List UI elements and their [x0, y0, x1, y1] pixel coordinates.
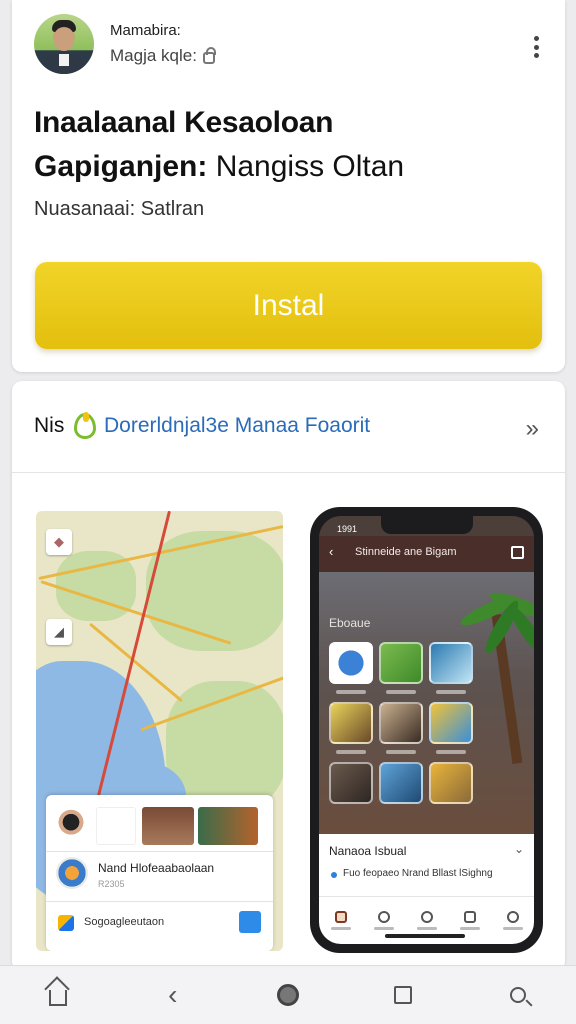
map-locate-icon[interactable]: ◢	[46, 619, 72, 645]
photo-tile[interactable]	[429, 702, 473, 744]
phone-bottom-sheet: Nanaoa Isbual ⌄ Fuo feopaeo Nrand Bllast…	[319, 834, 534, 944]
app-header-card: Mamabira: Magja kqle: Inaalaanal Kesaolo…	[12, 0, 565, 372]
user-name: Mamabira:	[110, 22, 181, 39]
promo-prefix: Nis	[34, 414, 65, 437]
leaf-icon	[74, 412, 96, 439]
app-subtitle: Nuasanaai: Satlran	[34, 198, 205, 220]
system-nav-bar: ‹	[0, 965, 576, 1024]
app-title-bold: Gapiganjen:	[34, 150, 208, 183]
phone-tab-search[interactable]	[373, 911, 394, 930]
circle-home-icon[interactable]	[268, 975, 308, 1015]
phone-tab-profile[interactable]	[502, 911, 523, 930]
more-vert-icon[interactable]	[533, 36, 539, 58]
info-dot-icon	[331, 872, 337, 878]
recents-icon[interactable]	[383, 975, 423, 1015]
double-chevron-right-icon[interactable]: »	[526, 415, 539, 443]
promo-link[interactable]: Dorerldnjal3e Manaa Foaorit	[104, 414, 370, 438]
chevron-down-icon[interactable]: ⌄	[514, 842, 524, 856]
app-title-line2: Gapiganjen: Nangiss Oltan	[34, 150, 404, 184]
phone-header-title: Stinneide ane Bigam	[355, 546, 457, 558]
back-icon[interactable]: ‹	[153, 975, 193, 1015]
photo-tile[interactable]	[379, 762, 423, 804]
avatar[interactable]	[34, 14, 94, 74]
photo-tile[interactable]	[379, 702, 423, 744]
search-icon[interactable]	[498, 975, 538, 1015]
promo-row[interactable]: Nis Dorerldnjal3e Manaa Foaorit »	[12, 381, 565, 473]
place-subtitle: R2305	[98, 879, 125, 889]
photo-tile[interactable]	[429, 642, 473, 684]
back-arrow-icon[interactable]: ‹	[329, 544, 333, 559]
photo-tile[interactable]	[329, 642, 373, 684]
phone-status-time: 1991	[337, 524, 358, 534]
photo-tile[interactable]	[429, 762, 473, 804]
phone-home-indicator	[385, 934, 465, 938]
home-icon[interactable]	[38, 975, 78, 1015]
map-marker-icon[interactable]: ◆	[46, 529, 72, 555]
user-subtitle: Magja kqle:	[110, 46, 216, 66]
photo-tile[interactable]	[329, 762, 373, 804]
app-title-rest: Nangiss Oltan	[207, 150, 405, 183]
lock-icon	[202, 46, 216, 64]
promo-card: Nis Dorerldnjal3e Manaa Foaorit » ◆ ◢ Na…	[12, 381, 565, 971]
user-subtitle-text: Magja kqle:	[110, 46, 197, 65]
sheet-title: Nanaoa Isbual	[329, 844, 407, 858]
map-screenshot: ◆ ◢ Nand Hlofeaabaolaan R2305 Sogoagleeu…	[36, 511, 283, 951]
photo-tile[interactable]	[379, 642, 423, 684]
app-title-line1: Inaalaanal Kesaoloan	[34, 106, 334, 139]
phone-tab-home[interactable]	[330, 911, 351, 930]
phone-mockup: 1991 ‹ Stinneide ane Bigam Eboaue Nanaoa…	[310, 507, 543, 953]
place-title: Nand Hlofeaabaolaan	[98, 861, 215, 875]
place-footer: Sogoagleeutaon	[84, 916, 165, 928]
phone-section-label: Eboaue	[329, 616, 371, 630]
place-logo	[56, 857, 88, 889]
phone-tab-saved[interactable]	[459, 911, 480, 930]
map-info-panel[interactable]: Nand Hlofeaabaolaan R2305 Sogoagleeutaon	[46, 795, 273, 951]
share-icon[interactable]	[511, 546, 524, 559]
install-button[interactable]: Instal	[35, 262, 542, 349]
save-icon[interactable]	[239, 911, 261, 933]
sheet-line: Fuo feopaeo Nrand Bllast lSighng	[343, 868, 493, 879]
phone-tab-explore[interactable]	[416, 911, 437, 930]
google-icon	[58, 915, 74, 931]
photo-tile[interactable]	[329, 702, 373, 744]
